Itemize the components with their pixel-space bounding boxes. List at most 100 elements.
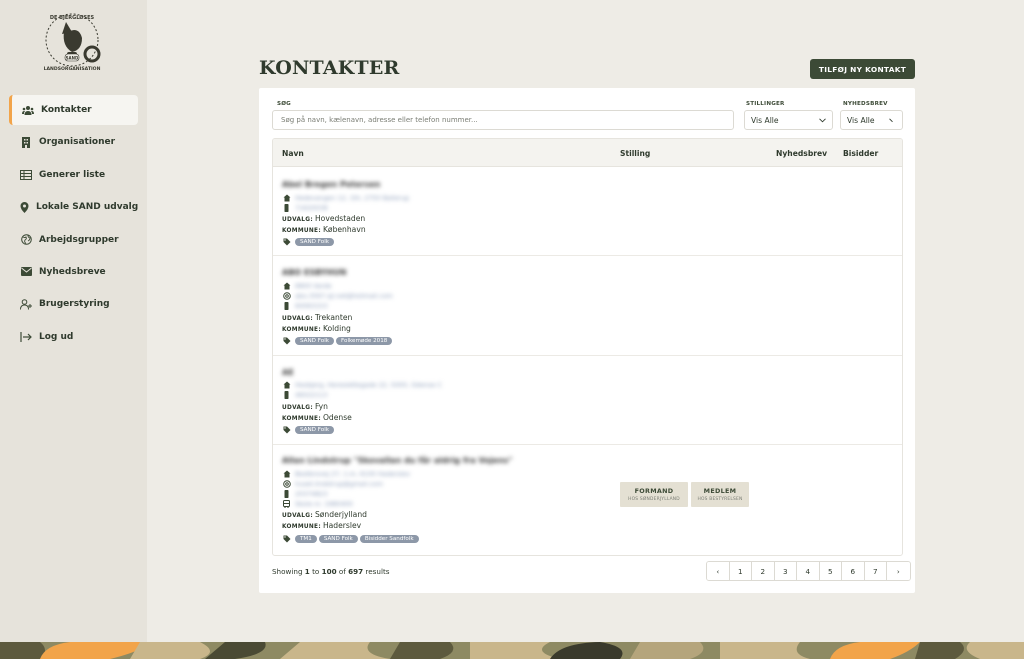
sidebar-item-label: Log ud: [39, 331, 74, 342]
udvalg-key: UDVALG:: [282, 316, 313, 322]
page-button-1[interactable]: 1: [729, 562, 752, 580]
page-button-5[interactable]: 5: [819, 562, 842, 580]
contact-extra-line: Skole nr. 1980400: [282, 499, 353, 509]
sidebar-item-generer-liste[interactable]: Generer liste: [9, 160, 138, 190]
search-input[interactable]: Søg på navn, kælenavn, adresse eller tel…: [272, 110, 734, 130]
kommune-key: KOMMUNE:: [282, 416, 321, 422]
page-button-2[interactable]: 2: [752, 562, 775, 580]
contacts-table: Navn Stilling Nyhedsbrev Bisidder Abel B…: [272, 138, 903, 556]
table-row[interactable]: Abel Bregen Petersen Hedevangen 12, 1th,…: [273, 168, 902, 256]
user-plus-icon: [20, 298, 32, 310]
contact-email-line: abo.3597.sjl.net@hotmail.com: [282, 291, 393, 301]
contact-address: Hedevangen 12, 1th, 2750 Ballerup: [295, 194, 410, 202]
contact-address-line: Hesbjerg, Hereslettegade 22, 5000, Odens…: [282, 380, 442, 390]
sidebar-item-brugerstyring[interactable]: Brugerstyring: [9, 289, 138, 319]
table-header: Navn Stilling Nyhedsbrev Bisidder: [273, 139, 902, 167]
tag-badge: TM1: [295, 534, 317, 543]
sidebar-item-label: Lokale SAND udvalg: [36, 202, 139, 213]
tag-icon: [282, 425, 291, 434]
prev-page-button[interactable]: ‹: [707, 562, 730, 580]
contact-phone: 71620038: [295, 204, 328, 212]
sidebar-item-log-ud[interactable]: Log ud: [9, 322, 138, 352]
organization-logo[interactable]: DE BJERGLØSES LANDSORGANISATION SAND: [42, 10, 106, 74]
results-count: Showing 1 to 100 of 697 results: [272, 567, 390, 576]
udvalg-key: UDVALG:: [282, 405, 313, 411]
column-header-position[interactable]: Stilling: [620, 149, 650, 158]
contacts-panel: SØG Søg på navn, kælenavn, adresse eller…: [259, 88, 915, 593]
contact-kommune: KOMMUNE: Odense: [282, 413, 352, 422]
home-icon: [282, 381, 291, 390]
contact-phone-line: 60063153: [282, 301, 328, 311]
tag-badge: SAND Folk: [295, 425, 334, 434]
table-row[interactable]: Allan Lindstrup "Skovallan du får aldrig…: [273, 445, 902, 555]
sidebar-item-arbejdsgrupper[interactable]: Arbejdsgrupper: [9, 225, 138, 255]
newsletter-select[interactable]: Vis Alle: [840, 110, 903, 130]
bus-icon: [282, 500, 291, 509]
table-row[interactable]: ABO ESBYHUN 6800 Varde abo.3597.sjl.net@…: [273, 256, 902, 356]
contact-kommune: KOMMUNE: København: [282, 225, 366, 234]
position-title: MEDLEM: [703, 487, 737, 495]
contact-name[interactable]: Abel Bregen Petersen: [282, 180, 380, 189]
sidebar-nav: Kontakter Organisationer Generer liste L…: [9, 95, 138, 354]
results-total: 697: [348, 567, 364, 576]
search-placeholder: Søg på navn, kælenavn, adresse eller tel…: [281, 116, 478, 124]
sidebar-item-lokale-sand-udvalg[interactable]: Lokale SAND udvalg: [9, 192, 138, 222]
globe-icon: [20, 234, 32, 246]
phone-icon: [282, 204, 291, 213]
page-title: KONTAKTER: [259, 57, 400, 79]
page-button-4[interactable]: 4: [797, 562, 820, 580]
kommune-value: København: [322, 225, 366, 234]
tag-badge: Bisidder Sandfolk: [359, 534, 419, 543]
contact-tags: SAND Folk Folkemøde 2018: [282, 335, 394, 346]
tag-badge: Folkemøde 2018: [336, 336, 393, 345]
contact-address-line: Bestbrovej 27, 1.m, 6100 Haderslev: [282, 469, 410, 479]
sidebar-item-label: Organisationer: [39, 137, 116, 148]
phone-icon: [282, 302, 291, 311]
udvalg-value: Hovedstaden: [314, 214, 366, 223]
tag-badge: SAND Folk: [295, 237, 334, 246]
sidebar-item-label: Nyhedsbreve: [39, 266, 106, 277]
positions-select[interactable]: Vis Alle: [744, 110, 833, 130]
sidebar-item-kontakter[interactable]: Kontakter: [9, 95, 138, 125]
users-icon: [22, 104, 34, 116]
sidebar-item-nyhedsbreve[interactable]: Nyhedsbreve: [9, 257, 138, 287]
add-contact-button[interactable]: TILFØJ NY KONTAKT: [810, 59, 915, 79]
logout-icon: [20, 331, 32, 343]
contact-name[interactable]: ABO ESBYHUN: [282, 268, 346, 277]
pagination: ‹ 1 2 3 4 5 6 7 ›: [706, 561, 911, 581]
results-prefix: Showing: [272, 567, 305, 576]
page-button-3[interactable]: 3: [774, 562, 797, 580]
next-page-button[interactable]: ›: [887, 562, 910, 580]
contact-extra: Skole nr. 1980400: [295, 500, 353, 508]
results-mid1: to: [309, 567, 322, 576]
map-pin-icon: [20, 201, 29, 213]
kommune-value: Odense: [322, 413, 352, 422]
page-button-6[interactable]: 6: [842, 562, 865, 580]
results-suffix: results: [363, 567, 390, 576]
contact-phone-line: 20374823: [282, 489, 328, 499]
results-mid2: of: [336, 567, 349, 576]
column-header-bisidder[interactable]: Bisidder: [843, 149, 878, 158]
column-header-newsletter[interactable]: Nyhedsbrev: [776, 149, 827, 158]
contact-address: 6800 Varde: [295, 282, 332, 290]
at-sign-icon: [282, 292, 291, 301]
sidebar-item-organisationer[interactable]: Organisationer: [9, 127, 138, 157]
page-button-7[interactable]: 7: [864, 562, 887, 580]
column-header-name[interactable]: Navn: [282, 149, 304, 158]
kommune-value: Kolding: [322, 324, 351, 333]
newsletter-filter-label: NYHEDSBREV: [843, 101, 888, 107]
table-row[interactable]: AE Hesbjerg, Hereslettegade 22, 5000, Od…: [273, 356, 902, 445]
kommune-key: KOMMUNE:: [282, 228, 321, 234]
contact-tags: SAND Folk: [282, 424, 336, 435]
contact-email-line: huset.lindstrup@gmail.com: [282, 479, 383, 489]
tag-badge: SAND Folk: [295, 336, 334, 345]
kommune-key: KOMMUNE:: [282, 524, 321, 530]
logo-top-text: DE BJERGLØSES: [50, 14, 95, 21]
contact-name[interactable]: Allan Lindstrup "Skovallan du får aldrig…: [282, 456, 513, 465]
contact-address-line: 6800 Varde: [282, 281, 332, 291]
tag-icon: [282, 336, 291, 345]
home-icon: [282, 282, 291, 291]
contact-phone-line: 71620038: [282, 203, 328, 213]
contact-name[interactable]: AE: [282, 368, 294, 377]
phone-icon: [282, 490, 291, 499]
